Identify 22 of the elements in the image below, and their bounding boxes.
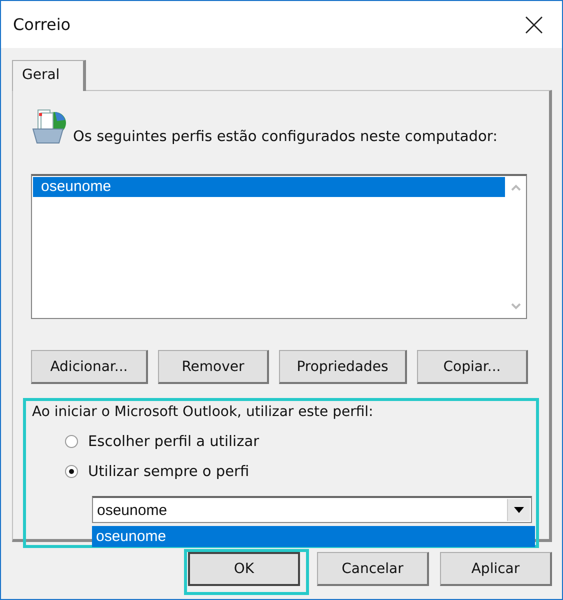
dropdown-option[interactable]: oseunome: [92, 526, 535, 547]
dialog-button[interactable]: Cancelar: [317, 552, 429, 586]
radio-label[interactable]: Utilizar sempre o perfi: [88, 464, 250, 480]
caret-icon: [514, 507, 524, 513]
dropdown-button[interactable]: [507, 499, 530, 521]
profile-dropdown[interactable]: oseunome: [92, 496, 532, 523]
dialog-button[interactable]: Aplicar: [440, 552, 552, 586]
radio-button[interactable]: [65, 435, 78, 448]
close-icon[interactable]: [525, 16, 543, 34]
radio-button[interactable]: [65, 465, 78, 478]
profile-button[interactable]: Remover: [158, 350, 269, 384]
window-title: Correio: [13, 15, 71, 34]
profile-button[interactable]: Propriedades: [279, 350, 407, 384]
radio-label[interactable]: Escolher perfil a utilizar: [88, 434, 260, 450]
profile-button[interactable]: Adicionar...: [31, 350, 148, 384]
profile-button[interactable]: Copiar...: [417, 350, 528, 384]
profiles-label: Os seguintes perfis estão configurados neste computador:: [73, 129, 498, 147]
tab[interactable]: Geral: [12, 60, 86, 91]
profile-list[interactable]: oseunome: [31, 174, 527, 319]
startup-label: Ao iniciar o Microsoft Outlook, utilizar este perfil:: [32, 404, 374, 420]
dialog-button[interactable]: OK: [188, 552, 300, 586]
profile-item[interactable]: oseunome: [33, 177, 505, 197]
